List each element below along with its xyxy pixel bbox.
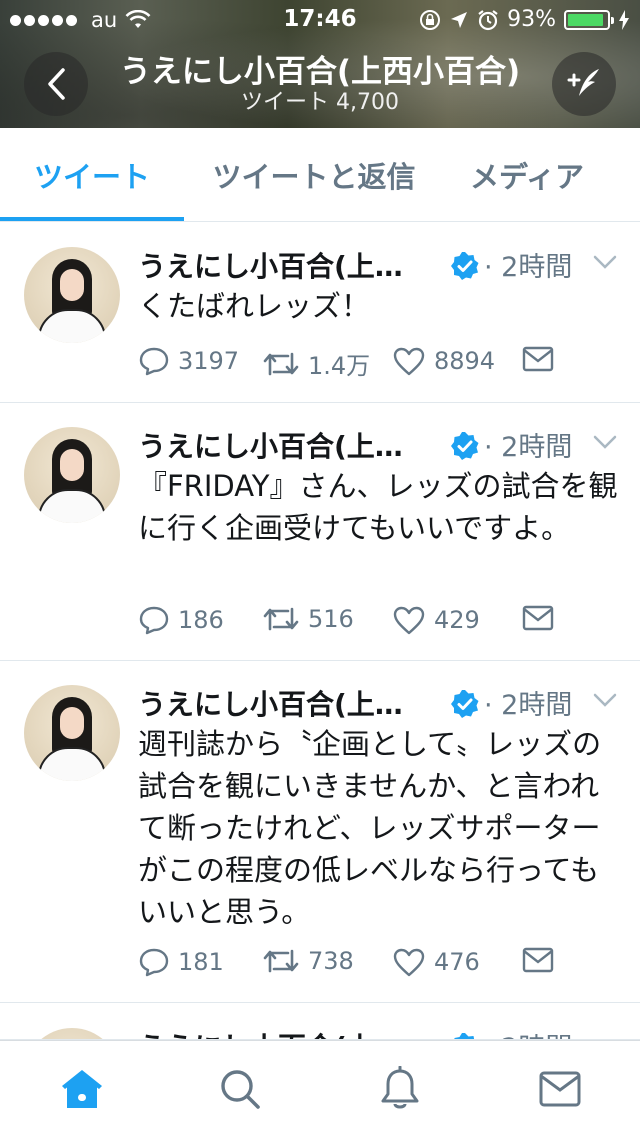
verified-badge-icon bbox=[451, 690, 479, 718]
tab-tweets-and-replies[interactable]: ツイートと返信 bbox=[196, 128, 432, 222]
charging-icon bbox=[619, 9, 629, 30]
reply-button[interactable]: 181 bbox=[138, 947, 224, 977]
heart-icon bbox=[393, 347, 425, 376]
avatar[interactable] bbox=[24, 1028, 120, 1039]
battery-level bbox=[568, 13, 604, 26]
compose-tweet-icon bbox=[567, 69, 599, 96]
messages-icon bbox=[539, 1071, 581, 1107]
home-icon bbox=[62, 1070, 102, 1108]
tweet-actions: 3197 1.4万 8894 bbox=[138, 346, 618, 386]
heart-icon bbox=[393, 948, 425, 977]
retweet-button[interactable]: 738 bbox=[262, 947, 354, 975]
tab-tweets[interactable]: ツイート bbox=[0, 128, 184, 222]
tab-media[interactable]: メディア bbox=[450, 128, 604, 222]
tweet-author-name[interactable]: うえにし小百合(上… bbox=[138, 425, 440, 465]
retweet-icon bbox=[263, 352, 299, 375]
envelope-icon bbox=[522, 605, 554, 631]
like-button[interactable]: 476 bbox=[392, 947, 480, 977]
tweet-author-name[interactable]: うえにし小百合(上… bbox=[138, 683, 440, 723]
chevron-down-icon[interactable] bbox=[592, 433, 618, 451]
chevron-down-icon[interactable] bbox=[592, 253, 618, 271]
tweet-text: くたばれレッズ！ bbox=[138, 289, 371, 323]
chevron-down-icon[interactable] bbox=[592, 691, 618, 709]
envelope-icon bbox=[522, 947, 554, 973]
reply-icon bbox=[139, 347, 169, 376]
tweet-text: 週刊誌から〝企画として〟レッズの試合を観にいきませんか、と言われて断ったけれど、… bbox=[138, 727, 602, 929]
tweet-timestamp: · 2時間 bbox=[484, 690, 573, 721]
reply-count: 186 bbox=[178, 606, 224, 634]
avatar[interactable] bbox=[24, 247, 120, 343]
tweet[interactable]: うえにし小百合(上… · 2時間 『FRIDAY』さん、レッズの試合を観に行く企… bbox=[0, 403, 640, 661]
battery-percent: 93% bbox=[507, 7, 556, 32]
alarm-icon bbox=[478, 9, 498, 30]
retweet-button[interactable]: 1.4万 bbox=[262, 346, 370, 381]
tab-search[interactable] bbox=[216, 1065, 264, 1113]
tweet-author-name[interactable]: うえにし小百合(上… bbox=[138, 245, 440, 285]
battery-icon bbox=[564, 9, 614, 30]
like-button[interactable]: 8894 bbox=[392, 346, 495, 376]
reply-icon bbox=[139, 606, 169, 635]
back-button[interactable] bbox=[24, 52, 88, 116]
verified-badge-icon bbox=[451, 432, 479, 460]
verified-badge-icon bbox=[454, 1033, 475, 1039]
like-count: 476 bbox=[434, 948, 480, 976]
notifications-icon bbox=[381, 1066, 419, 1109]
tab-messages[interactable] bbox=[536, 1065, 584, 1113]
compose-tweet-button[interactable] bbox=[552, 52, 616, 116]
direct-message-button[interactable] bbox=[522, 605, 554, 631]
reply-count: 3197 bbox=[178, 347, 240, 375]
avatar[interactable] bbox=[24, 685, 120, 781]
retweet-icon bbox=[263, 949, 299, 973]
tweet-author-name[interactable]: うえにし小百合(上… bbox=[138, 1026, 440, 1039]
status-bar: au 17:46 93% bbox=[0, 0, 640, 40]
tweet-text: 『FRIDAY』さん、レッズの試合を観に行く企画受けてもいいですよ。 bbox=[138, 469, 618, 545]
heart-icon bbox=[393, 606, 425, 635]
retweet-button[interactable]: 516 bbox=[262, 605, 354, 633]
retweet-icon bbox=[263, 607, 299, 631]
profile-tabs: ツイート ツイートと返信 メディア bbox=[0, 128, 640, 222]
avatar[interactable] bbox=[24, 427, 120, 523]
search-icon bbox=[221, 1070, 260, 1109]
bottom-tab-bar bbox=[0, 1040, 640, 1136]
tweet-timestamp: · 2時間 bbox=[484, 432, 573, 463]
tweet[interactable]: うえにし小百合(上… · 2時間 週刊誌から〝企画として〟レッズの試合を観にいき… bbox=[0, 661, 640, 1003]
tab-notifications[interactable] bbox=[376, 1065, 424, 1113]
like-button[interactable]: 429 bbox=[392, 605, 480, 635]
tweet-timestamp: · 2時間 bbox=[484, 252, 573, 283]
retweet-count: 1.4万 bbox=[308, 352, 371, 380]
like-count: 429 bbox=[434, 606, 480, 634]
retweet-count: 516 bbox=[308, 605, 354, 633]
location-arrow-icon bbox=[451, 11, 468, 28]
reply-button[interactable]: 3197 bbox=[138, 346, 239, 376]
status-right: 93% bbox=[419, 7, 630, 32]
tweet[interactable]: うえにし小百合(上… · 2時間 くたばれレッズ！ 3197 1.4万 8894 bbox=[0, 223, 640, 403]
tweet-timestamp: · 2時間 bbox=[484, 1026, 572, 1039]
tweet[interactable]: うえにし小百合(上… · 2時間 bbox=[0, 1004, 640, 1040]
tab-home[interactable] bbox=[58, 1065, 106, 1113]
active-tab-indicator bbox=[0, 217, 184, 221]
retweet-count: 738 bbox=[308, 947, 354, 975]
tweet-count: ツイート 4,700 bbox=[241, 90, 399, 115]
like-count: 8894 bbox=[434, 347, 496, 375]
direct-message-button[interactable] bbox=[522, 947, 554, 973]
chevron-left-icon bbox=[48, 68, 65, 100]
envelope-icon bbox=[522, 346, 554, 372]
reply-icon bbox=[139, 948, 169, 977]
direct-message-button[interactable] bbox=[522, 346, 554, 372]
rotation-lock-icon bbox=[420, 9, 441, 30]
profile-header: au 17:46 93% うえにし小百合(上西小百合) ツイート 4,700 bbox=[0, 0, 640, 128]
reply-button[interactable]: 186 bbox=[138, 605, 224, 635]
reply-count: 181 bbox=[178, 948, 224, 976]
verified-badge-icon bbox=[451, 252, 479, 280]
tweet-actions: 181 738 476 bbox=[138, 947, 618, 987]
tweet-actions: 186 516 429 bbox=[138, 605, 618, 645]
